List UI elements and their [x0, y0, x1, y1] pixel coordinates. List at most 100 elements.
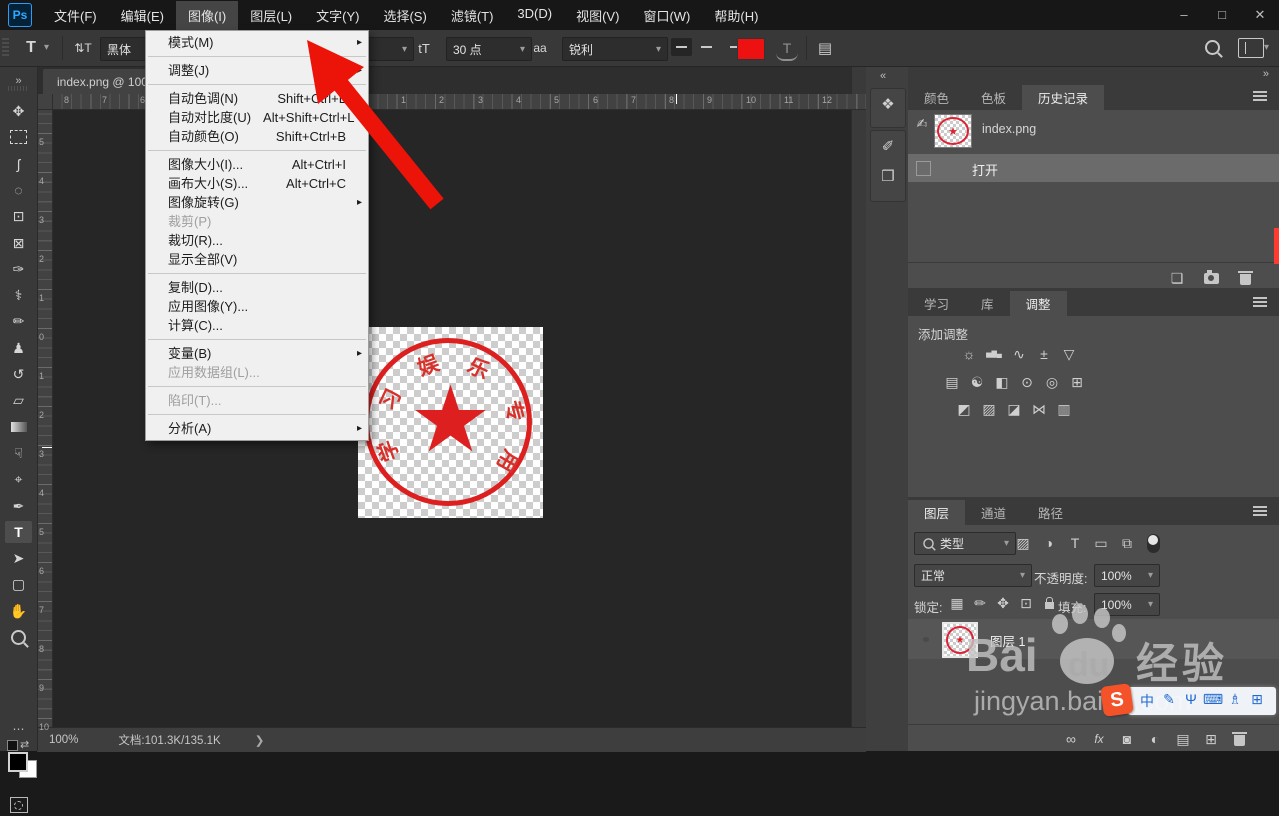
- history-state-row[interactable]: 打开: [908, 154, 1279, 182]
- path-selection-tool[interactable]: ➤: [5, 547, 32, 569]
- pen-tool[interactable]: ✒: [5, 495, 32, 517]
- new-adjustment-layer-icon[interactable]: ◐: [1144, 729, 1166, 749]
- workspace-chevron-icon[interactable]: ▾: [1264, 42, 1269, 53]
- selective-color-icon[interactable]: ⋈: [1028, 399, 1050, 419]
- close-button[interactable]: ✕: [1241, 7, 1279, 23]
- rectangular-marquee-tool[interactable]: [5, 126, 32, 148]
- menubar-item-7[interactable]: 滤镜(T): [439, 1, 506, 30]
- gradient-tool[interactable]: [5, 416, 32, 438]
- tab-adjustments[interactable]: 调整: [1009, 291, 1067, 316]
- new-layer-icon[interactable]: ⊞: [1200, 729, 1222, 749]
- channel-mixer-icon[interactable]: ◎: [1041, 372, 1063, 392]
- align-left-button[interactable]: [671, 38, 692, 56]
- menu-item-12[interactable]: 裁剪(P): [146, 212, 368, 231]
- snapshot-thumbnail[interactable]: ★: [934, 114, 972, 148]
- font-size-select[interactable]: 30 点 ▾: [446, 37, 532, 61]
- new-doc-from-state-icon[interactable]: ❏: [1166, 268, 1188, 288]
- maximize-button[interactable]: □: [1203, 7, 1241, 23]
- anti-alias-select[interactable]: 锐利 ▾: [562, 37, 668, 61]
- eraser-tool[interactable]: ▱: [5, 389, 32, 411]
- link-layers-icon[interactable]: ∞: [1060, 729, 1082, 749]
- new-snapshot-camera-icon[interactable]: [1200, 268, 1222, 288]
- layer-thumbnail[interactable]: ★: [942, 622, 978, 658]
- tab-layers[interactable]: 图层: [908, 500, 966, 525]
- menubar-item-1[interactable]: 文件(F): [42, 1, 109, 30]
- opacity-select[interactable]: 100% ▾: [1094, 564, 1160, 587]
- gradient-map-icon[interactable]: ▥: [1053, 399, 1075, 419]
- invert-icon[interactable]: ◩: [953, 399, 975, 419]
- lock-artboard-icon[interactable]: ⊡: [1015, 593, 1037, 613]
- menu-item-3[interactable]: 调整(J) ▸: [146, 61, 368, 80]
- tab-channels[interactable]: 通道: [965, 500, 1022, 525]
- menubar-item-9[interactable]: 视图(V): [564, 1, 631, 30]
- vibrance-icon[interactable]: ▽: [1058, 344, 1080, 364]
- color-balance-icon[interactable]: ☯: [966, 372, 988, 392]
- eyedropper-tool[interactable]: ✑: [5, 258, 32, 280]
- ruler-origin-box[interactable]: [37, 94, 53, 110]
- tab-learn[interactable]: 学习: [908, 291, 965, 316]
- add-layer-mask-icon[interactable]: ◙: [1116, 729, 1138, 749]
- tool-preset-chevron-icon[interactable]: ▾: [44, 42, 49, 53]
- menu-item-5[interactable]: 自动色调(N) Shift+Ctrl+L: [146, 89, 368, 108]
- pixel-layers-filter-icon[interactable]: ▨: [1012, 533, 1034, 553]
- type-tool[interactable]: T: [5, 521, 32, 543]
- menu-item-7[interactable]: 自动颜色(O) Shift+Ctrl+B: [146, 127, 368, 146]
- workspace-switcher-icon[interactable]: [1238, 38, 1264, 58]
- menu-item-16[interactable]: 复制(D)...: [146, 278, 368, 297]
- menubar-item-5[interactable]: 文字(Y): [304, 1, 371, 30]
- type-layers-filter-icon[interactable]: T: [1064, 533, 1086, 553]
- curves-icon[interactable]: ∿: [1008, 344, 1030, 364]
- tool-preset-icon[interactable]: T: [16, 36, 46, 60]
- menubar-item-8[interactable]: 3D(D): [505, 1, 564, 30]
- menu-item-20[interactable]: 变量(B) ▸: [146, 344, 368, 363]
- menubar-item-2[interactable]: 编辑(E): [109, 1, 176, 30]
- menubar-item-10[interactable]: 窗口(W): [631, 1, 702, 30]
- layer-row[interactable]: ★ 图层 1: [908, 619, 1279, 659]
- dodge-tool[interactable]: ⌖: [5, 468, 32, 490]
- menubar-item-4[interactable]: 图层(L): [238, 1, 304, 30]
- text-color-swatch[interactable]: [737, 38, 765, 60]
- tab-paths[interactable]: 路径: [1022, 500, 1079, 525]
- lock-all-icon[interactable]: [1038, 593, 1060, 613]
- menu-item-6[interactable]: 自动对比度(U) Alt+Shift+Ctrl+L: [146, 108, 368, 127]
- layer-style-fx-icon[interactable]: fx: [1088, 729, 1110, 749]
- quick-selection-tool[interactable]: ◌: [5, 179, 32, 201]
- adjustment-layers-filter-icon[interactable]: ◑: [1038, 533, 1060, 553]
- clone-stamp-tool[interactable]: ♟: [5, 337, 32, 359]
- spot-healing-brush-tool[interactable]: ⚕: [5, 284, 32, 306]
- canvas-image[interactable]: ★ 学习娱乐专用: [358, 327, 543, 518]
- threshold-icon[interactable]: ◪: [1003, 399, 1025, 419]
- photo-filter-icon[interactable]: ⊙: [1016, 372, 1038, 392]
- expand-dock-icon[interactable]: »: [1263, 68, 1269, 80]
- lock-image-pixels-icon[interactable]: ✏: [969, 593, 991, 613]
- canvas-scrollbar[interactable]: [851, 66, 867, 727]
- ime-skin-icon[interactable]: ♗: [1224, 691, 1246, 711]
- zoom-tool[interactable]: [5, 626, 32, 648]
- crop-tool[interactable]: ⊡: [5, 205, 32, 227]
- tab-history[interactable]: 历史记录: [1022, 85, 1105, 110]
- foreground-color-swatch[interactable]: [8, 752, 28, 772]
- smudge-tool[interactable]: ☟: [5, 442, 32, 464]
- status-chevron-icon[interactable]: ❯: [255, 733, 265, 747]
- zoom-level[interactable]: 100%: [49, 734, 78, 746]
- text-orientation-icon[interactable]: ⇅T: [70, 38, 96, 58]
- hand-tool[interactable]: ✋: [5, 600, 32, 622]
- menu-item-17[interactable]: 应用图像(Y)...: [146, 297, 368, 316]
- move-tool[interactable]: ✥: [5, 100, 32, 122]
- search-icon[interactable]: [1205, 40, 1220, 55]
- toggle-panels-icon[interactable]: ▤: [814, 37, 836, 59]
- delete-state-trash-icon[interactable]: [1234, 268, 1256, 288]
- align-center-button[interactable]: [696, 38, 717, 56]
- ime-menu-icon[interactable]: ⊞: [1246, 691, 1268, 711]
- layer-filter-toggle[interactable]: [1142, 533, 1164, 553]
- swap-colors-icon[interactable]: ⇄: [20, 738, 29, 751]
- warp-text-icon[interactable]: T: [776, 37, 798, 61]
- black-white-icon[interactable]: ◧: [991, 372, 1013, 392]
- clone-source-panel-icon[interactable]: ❒: [871, 161, 905, 191]
- menubar-item-6[interactable]: 选择(S): [371, 1, 438, 30]
- minimize-button[interactable]: –: [1165, 7, 1203, 23]
- brush-settings-panel-icon[interactable]: ✐: [871, 131, 905, 161]
- tab-swatches[interactable]: 色板: [965, 85, 1022, 110]
- lock-transparent-pixels-icon[interactable]: ▦: [946, 593, 968, 613]
- ime-pen-icon[interactable]: ✎: [1158, 691, 1180, 711]
